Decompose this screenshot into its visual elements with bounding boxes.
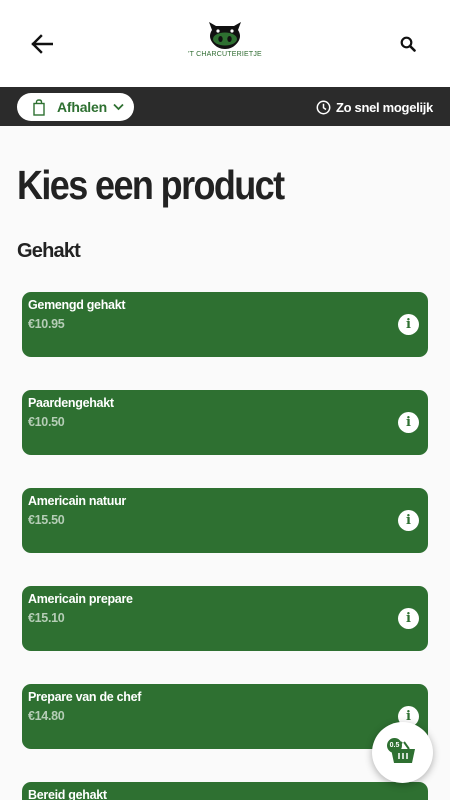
pickup-time-selector[interactable]: Zo snel mogelijk xyxy=(316,97,433,117)
pickup-mode-label: Afhalen xyxy=(57,99,107,115)
arrow-left-icon xyxy=(31,34,53,54)
product-name: Gemengd gehakt xyxy=(28,298,126,312)
order-options-bar: Afhalen Zo snel mogelijk xyxy=(0,87,450,126)
pickup-mode-dropdown[interactable]: Afhalen xyxy=(17,93,134,121)
cart-count-badge: 0.5 xyxy=(387,738,402,753)
search-button[interactable] xyxy=(396,32,420,56)
search-icon xyxy=(400,36,416,52)
info-icon[interactable]: i xyxy=(398,314,419,335)
shopping-bag-icon xyxy=(33,98,45,116)
clock-icon xyxy=(316,100,331,114)
product-card[interactable]: Bereid gehakt xyxy=(22,782,428,800)
page-title: Kies een product xyxy=(17,162,285,208)
back-button[interactable] xyxy=(28,30,56,58)
info-icon[interactable]: i xyxy=(398,608,419,629)
product-price: €15.10 xyxy=(28,611,65,625)
product-card[interactable]: Paardengehakt €10.50 i xyxy=(22,390,428,455)
pig-logo-icon xyxy=(209,22,241,49)
product-price: €10.50 xyxy=(28,415,65,429)
product-name: Prepare van de chef xyxy=(28,690,142,704)
product-price: €15.50 xyxy=(28,513,65,527)
info-icon[interactable]: i xyxy=(398,510,419,531)
product-name: Paardengehakt xyxy=(28,396,114,410)
cart-button[interactable]: 0.5 xyxy=(372,722,433,783)
product-name: Americain natuur xyxy=(28,494,127,508)
product-card[interactable]: Prepare van de chef €14.80 i xyxy=(22,684,428,749)
brand-logo: 'T CHARCUTERIETJE xyxy=(188,20,262,64)
pickup-time-label: Zo snel mogelijk xyxy=(335,99,433,115)
app-header: 'T CHARCUTERIETJE xyxy=(0,0,450,87)
product-price: €10.95 xyxy=(28,317,65,331)
product-price: €14.80 xyxy=(28,709,65,723)
logo-text: 'T CHARCUTERIETJE xyxy=(188,51,262,58)
product-card[interactable]: Americain prepare €15.10 i xyxy=(22,586,428,651)
chevron-down-icon xyxy=(113,103,124,111)
category-title: Gehakt xyxy=(17,240,81,262)
product-card[interactable]: Americain natuur €15.50 i xyxy=(22,488,428,553)
product-card[interactable]: Gemengd gehakt €10.95 i xyxy=(22,292,428,357)
product-name: Bereid gehakt xyxy=(28,788,107,800)
product-name: Americain prepare xyxy=(28,592,133,606)
info-icon[interactable]: i xyxy=(398,412,419,433)
